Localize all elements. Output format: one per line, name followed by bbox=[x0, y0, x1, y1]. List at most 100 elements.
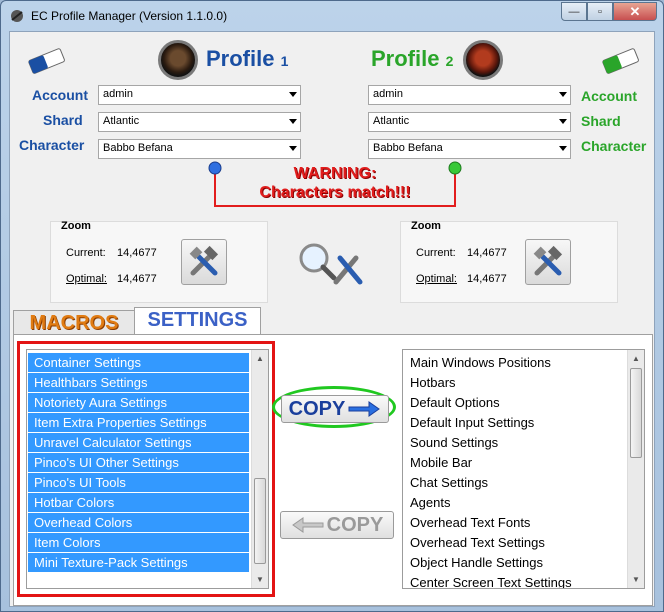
copy-to-left-button[interactable]: COPY bbox=[280, 511, 394, 539]
profile2-shard-value: Atlantic bbox=[373, 115, 410, 127]
eraser-icon-right[interactable] bbox=[598, 46, 644, 78]
list-item[interactable]: Mobile Bar bbox=[404, 453, 625, 473]
list-item[interactable]: Unravel Calculator Settings bbox=[28, 433, 249, 453]
settings-tab-panel: Container Settings Healthbars Settings Not… bbox=[13, 334, 653, 606]
list-item[interactable]: Pinco's UI Other Settings bbox=[28, 453, 249, 473]
tab-macros[interactable]: MACROS bbox=[13, 310, 135, 334]
zoom-optimal-label-2: Optimal: bbox=[416, 273, 457, 285]
chevron-down-icon bbox=[289, 146, 297, 151]
list-item[interactable]: Hotbar Colors bbox=[28, 493, 249, 513]
chevron-down-icon bbox=[559, 92, 567, 97]
profile2-account-value: admin bbox=[373, 88, 403, 100]
profile1-account-value: admin bbox=[103, 88, 133, 100]
zoom-panel-1: Zoom Current: 14,4677 Optimal: 14,4677 bbox=[50, 220, 268, 303]
list-item[interactable]: Default Input Settings bbox=[404, 413, 625, 433]
profile1-character-label: Character bbox=[19, 137, 85, 153]
profile2-avatar bbox=[463, 40, 503, 80]
profile1-account-label: Account bbox=[32, 87, 88, 103]
maximize-button[interactable]: ▫ bbox=[587, 2, 613, 21]
list-item[interactable]: Pinco's UI Tools bbox=[28, 473, 249, 493]
zoom-tools-icon[interactable] bbox=[292, 238, 368, 288]
tools-icon bbox=[533, 245, 563, 276]
source-settings-items: Container Settings Healthbars Settings Not… bbox=[28, 353, 249, 573]
list-item[interactable]: Agents bbox=[404, 493, 625, 513]
scrollbar-thumb[interactable] bbox=[630, 368, 642, 458]
list-item[interactable]: Chat Settings bbox=[404, 473, 625, 493]
source-settings-list[interactable]: Container Settings Healthbars Settings Not… bbox=[26, 349, 269, 589]
list-item[interactable]: Default Options bbox=[404, 393, 625, 413]
scrollbar-thumb[interactable] bbox=[254, 478, 266, 564]
target-settings-list[interactable]: Main Windows Positions Hotbars Default Opt… bbox=[402, 349, 645, 589]
scroll-up-icon[interactable]: ▲ bbox=[628, 350, 644, 367]
list-item[interactable]: Sound Settings bbox=[404, 433, 625, 453]
tab-settings[interactable]: SETTINGS bbox=[134, 307, 261, 335]
scroll-down-icon[interactable]: ▼ bbox=[252, 571, 268, 588]
source-list-scrollbar[interactable]: ▲ ▼ bbox=[251, 350, 268, 588]
zoom-apply-button-2[interactable] bbox=[525, 239, 571, 285]
zoom-title-2: Zoom bbox=[411, 220, 441, 232]
profile1-title-word: Profile bbox=[206, 46, 275, 71]
arrow-right-icon bbox=[348, 401, 381, 417]
minimize-button[interactable]: — bbox=[561, 2, 587, 21]
zoom-panel-2: Zoom Current: 14,4677 Optimal: 14,4677 bbox=[400, 220, 618, 303]
profile2-account-label: Account bbox=[581, 88, 637, 104]
zoom-optimal-value-2: 14,4677 bbox=[467, 273, 507, 285]
list-item[interactable]: Main Windows Positions bbox=[404, 353, 625, 373]
warning-text: WARNING: Characters match!!! bbox=[230, 164, 440, 202]
chevron-down-icon bbox=[559, 146, 567, 151]
target-list-scrollbar[interactable]: ▲ ▼ bbox=[627, 350, 644, 588]
client-area: Profile 1 Profile 2 Account Shard Charac… bbox=[9, 31, 655, 607]
scroll-up-icon[interactable]: ▲ bbox=[252, 350, 268, 367]
zoom-title-1: Zoom bbox=[61, 220, 91, 232]
profile1-character-select[interactable]: Babbo Befana bbox=[98, 139, 301, 159]
list-item[interactable]: Hotbars bbox=[404, 373, 625, 393]
list-item[interactable]: Overhead Text Settings bbox=[404, 533, 625, 553]
profile1-shard-select[interactable]: Atlantic bbox=[98, 112, 301, 132]
profile2-account-select[interactable]: admin bbox=[368, 85, 571, 105]
eraser-icon-left[interactable] bbox=[24, 46, 70, 78]
profile2-shard-label: Shard bbox=[581, 113, 621, 129]
arrow-left-icon bbox=[291, 517, 324, 533]
profile1-shard-value: Atlantic bbox=[103, 115, 140, 127]
profile2-title: Profile 2 bbox=[371, 46, 453, 72]
tab-macros-label: MACROS bbox=[29, 312, 119, 334]
list-item[interactable]: Mini Texture-Pack Settings bbox=[28, 553, 249, 573]
profile1-character-value: Babbo Befana bbox=[103, 142, 173, 154]
list-item[interactable]: Object Handle Settings bbox=[404, 553, 625, 573]
window-title: EC Profile Manager (Version 1.1.0.0) bbox=[31, 9, 228, 23]
profile2-character-select[interactable]: Babbo Befana bbox=[368, 139, 571, 159]
profile2-character-value: Babbo Befana bbox=[373, 142, 443, 154]
warning-line2: Characters match!!! bbox=[259, 184, 411, 201]
list-item[interactable]: Overhead Text Fonts bbox=[404, 513, 625, 533]
copy-right-label: COPY bbox=[288, 397, 346, 420]
list-item[interactable]: Healthbars Settings bbox=[28, 373, 249, 393]
zoom-optimal-label-1: Optimal: bbox=[66, 273, 107, 285]
list-item[interactable]: Item Extra Properties Settings bbox=[28, 413, 249, 433]
list-item[interactable]: Container Settings bbox=[28, 353, 249, 373]
warning-line1: WARNING: bbox=[293, 165, 377, 182]
chevron-down-icon bbox=[559, 119, 567, 124]
zoom-apply-button-1[interactable] bbox=[181, 239, 227, 285]
zoom-optimal-value-1: 14,4677 bbox=[117, 273, 157, 285]
zoom-current-value-1: 14,4677 bbox=[117, 247, 157, 259]
scroll-down-icon[interactable]: ▼ bbox=[628, 571, 644, 588]
profile2-shard-select[interactable]: Atlantic bbox=[368, 112, 571, 132]
list-item[interactable]: Overhead Colors bbox=[28, 513, 249, 533]
tab-settings-label: SETTINGS bbox=[147, 309, 248, 331]
zoom-current-label-1: Current: bbox=[66, 247, 106, 259]
app-window: EC Profile Manager (Version 1.1.0.0) — ▫… bbox=[0, 0, 664, 612]
copy-to-right-button[interactable]: COPY bbox=[281, 395, 389, 423]
list-item[interactable]: Item Colors bbox=[28, 533, 249, 553]
close-button[interactable]: ✕ bbox=[613, 2, 657, 21]
profile1-title-number: 1 bbox=[280, 53, 289, 69]
profile2-title-word: Profile bbox=[371, 46, 440, 71]
list-item[interactable]: Notoriety Aura Settings bbox=[28, 393, 249, 413]
chevron-down-icon bbox=[289, 119, 297, 124]
list-item[interactable]: Center Screen Text Settings bbox=[404, 573, 625, 588]
tools-icon bbox=[189, 245, 219, 276]
profile1-account-select[interactable]: admin bbox=[98, 85, 301, 105]
title-bar: EC Profile Manager (Version 1.1.0.0) — ▫… bbox=[1, 1, 663, 31]
profile1-avatar bbox=[158, 40, 198, 80]
profile2-character-label: Character bbox=[581, 138, 647, 154]
profile1-shard-label: Shard bbox=[43, 112, 83, 128]
